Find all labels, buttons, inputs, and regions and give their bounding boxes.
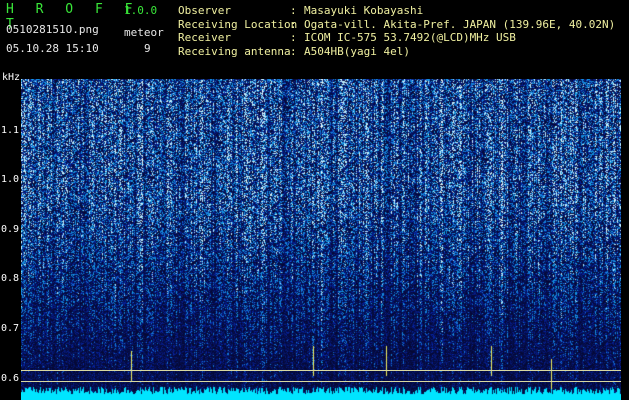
info-value: ICOM IC-575 53.7492(@LCD)MHz USB	[304, 31, 516, 44]
marker-line-upper	[21, 370, 621, 371]
info-separator: :	[290, 17, 297, 31]
info-key: Receiving Location	[178, 17, 298, 31]
info-separator: :	[290, 4, 297, 17]
info-row-location: Receiving Location: Ogata-vill. Akita-Pre…	[178, 18, 615, 32]
y-tick-label: 1.1	[0, 125, 19, 136]
info-separator: :	[290, 31, 297, 44]
info-value: Masayuki Kobayashi	[304, 4, 424, 17]
y-tick-label: 1.0	[0, 174, 19, 185]
y-tick-label: 0.9	[0, 224, 19, 235]
info-row-observer: Observer: Masayuki Kobayashi	[178, 4, 615, 18]
info-value: A504HB(yagi 4el)	[304, 44, 410, 58]
y-axis-unit: kHz	[2, 72, 21, 83]
timestamp: 05.10.28 15:10	[6, 42, 99, 55]
y-tick-label: 0.6	[0, 373, 19, 384]
info-row-receiver: Receiver: ICOM IC-575 53.7492(@LCD)MHz US…	[178, 31, 615, 45]
meteor-label: meteor	[124, 26, 164, 39]
file-name: 051028151O.png	[6, 23, 99, 36]
station-info: Observer: Masayuki Kobayashi Receiving Lo…	[178, 4, 615, 58]
info-key: Receiving antenna	[178, 44, 291, 58]
app-version: 1.0.0	[124, 4, 158, 17]
info-value: Ogata-vill. Akita-Pref. JAPAN (139.96E, …	[304, 17, 616, 31]
spectrogram	[21, 79, 621, 400]
y-tick-label: 0.7	[0, 323, 19, 334]
info-separator: :	[290, 44, 297, 58]
y-tick-label: 0.8	[0, 273, 19, 284]
meteor-count: 9	[144, 42, 151, 55]
info-key: Receiver	[178, 31, 231, 44]
spectrogram-canvas	[21, 79, 621, 400]
info-key: Observer	[178, 4, 231, 17]
marker-line-lower	[21, 381, 621, 382]
info-row-antenna: Receiving antenna: A504HB(yagi 4el)	[178, 45, 615, 59]
header-left: H R O F F T 1.0.0 051028151O.png meteor …	[6, 2, 166, 72]
